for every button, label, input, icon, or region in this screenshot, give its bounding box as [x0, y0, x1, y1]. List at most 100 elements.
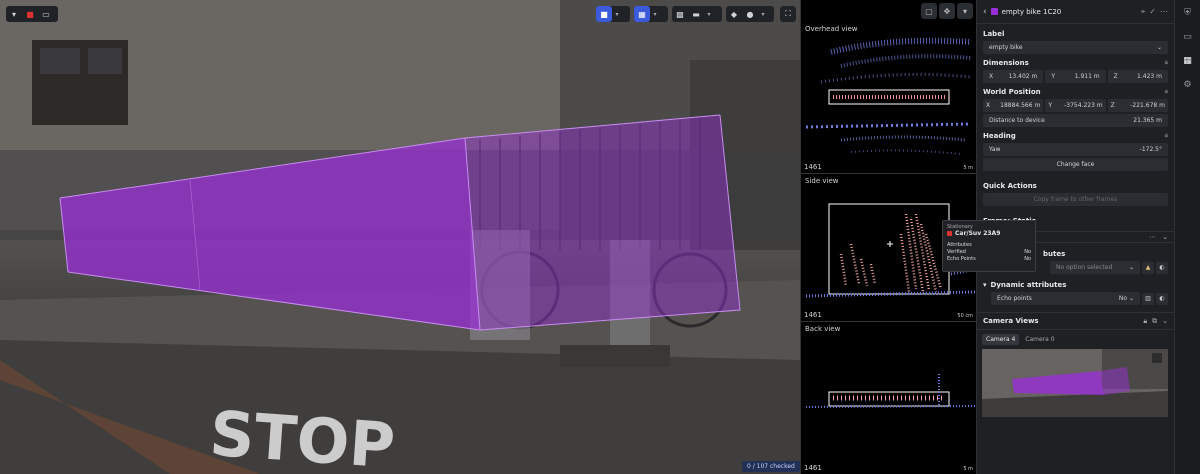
grid-layout-icon[interactable]: ▦: [634, 6, 650, 22]
label-select[interactable]: empty bike ⌄: [983, 41, 1168, 54]
frame-number: 1461: [804, 311, 822, 319]
scale-label: 5 m: [963, 165, 973, 171]
fullscreen-button[interactable]: ⛶: [780, 6, 796, 22]
svg-text:STOP: STOP: [207, 397, 397, 474]
chevron-down-icon: ⌄: [1156, 44, 1162, 51]
class-color-swatch: [947, 231, 952, 236]
echo-points-label: Echo points: [997, 295, 1032, 302]
world-position-row: X 18884.566 m Y -3754.223 m Z -221.678 m: [983, 99, 1168, 112]
chevron-down-icon[interactable]: ▾: [650, 6, 660, 22]
checker-icon[interactable]: ▩: [672, 6, 688, 22]
back-pointcloud: [805, 374, 977, 408]
move-icon[interactable]: ✥: [939, 3, 955, 19]
dimension-z-field[interactable]: Z 1.423 m: [1107, 70, 1168, 83]
lock-icon[interactable]: 🔒︎: [1165, 88, 1168, 96]
file-toolbar: ▾ ■ ▭: [6, 6, 58, 22]
camera-thumbnail[interactable]: [982, 349, 1168, 417]
world-x-field[interactable]: X 18884.566 m: [983, 99, 1044, 112]
camera-icon[interactable]: ■: [596, 6, 612, 22]
frame-icon[interactable]: ▢: [921, 3, 937, 19]
tooltip-key: Verified: [947, 249, 966, 255]
lock-icon[interactable]: 🔒︎: [1143, 317, 1147, 326]
more-icon[interactable]: ⋯: [1149, 233, 1156, 241]
tab-camera-4[interactable]: Camera 4: [982, 334, 1020, 345]
dimension-x-field[interactable]: X 13.402 m: [983, 70, 1044, 83]
chevron-down-icon[interactable]: ▾: [612, 6, 622, 22]
camera-viewport[interactable]: STOP ▾ ■ ▭ ■ ▾ ▦ ▾ ▩ ▬ ▾ ◆ ● ▾ ⛶ 0 / 107…: [0, 0, 800, 474]
world-y-field[interactable]: Y -3754.223 m: [1045, 99, 1106, 112]
camera-scene: STOP: [0, 0, 800, 474]
yaw-field[interactable]: Yaw -172.5°: [983, 143, 1168, 156]
echo-points-value: No: [1118, 295, 1128, 302]
dimension-y-field[interactable]: Y 1.911 m: [1045, 70, 1106, 83]
keyboard-icon[interactable]: ▭: [38, 6, 54, 22]
external-link-icon[interactable]: ⧉: [1152, 317, 1157, 326]
tooltip-section: Attributes: [947, 242, 972, 248]
tooltip-object: Car/Suv 23A9: [947, 230, 1031, 237]
check-icon[interactable]: ✓: [1149, 7, 1156, 16]
dimensions-heading: Dimensions: [983, 59, 1029, 67]
video-icon[interactable]: ▬: [688, 6, 704, 22]
tooltip-value: No: [1024, 249, 1031, 255]
tab-camera-0[interactable]: Camera 0: [1021, 334, 1058, 345]
camera-views-heading: Camera Views: [983, 317, 1039, 325]
overhead-view[interactable]: Overhead view 1461 5 m: [801, 22, 977, 174]
fullscreen-icon: ⛶: [785, 9, 791, 18]
frame-number: 1461: [804, 464, 822, 472]
lock-icon[interactable]: 🔒︎: [1165, 59, 1168, 67]
chevron-down-icon[interactable]: ▾: [957, 3, 973, 19]
warning-icon[interactable]: ▲: [1142, 261, 1154, 274]
target-icon[interactable]: ⌖: [1141, 7, 1146, 17]
palette-icon[interactable]: ◐: [1156, 261, 1168, 274]
chevron-down-icon[interactable]: ▾: [6, 6, 22, 22]
trash-icon[interactable]: ▥: [1142, 292, 1154, 305]
tooltip-row: Verified No: [947, 249, 1031, 255]
overhead-pointcloud: [805, 37, 972, 155]
chevron-down-icon[interactable]: ⌄: [1162, 233, 1168, 241]
chevron-down-icon[interactable]: ▾: [704, 6, 714, 22]
distance-value: 21.365 m: [1133, 117, 1162, 124]
yaw-value: -172.5°: [1139, 146, 1162, 153]
distance-field: Distance to device 21.365 m: [983, 114, 1168, 127]
circle-icon[interactable]: ●: [742, 6, 758, 22]
label-heading: Label: [983, 30, 1005, 38]
layout-toggle-group: ▦ ▾: [634, 6, 668, 22]
tooltip-object-name: Car/Suv 23A9: [955, 230, 1001, 237]
echo-points-select[interactable]: Echo points No ⌄: [991, 292, 1140, 305]
comment-icon[interactable]: ▭: [1181, 30, 1195, 44]
world-position-heading: World Position: [983, 88, 1041, 96]
camera-toggle-group: ■ ▾: [596, 6, 630, 22]
back-chevron-icon[interactable]: ‹: [983, 7, 987, 17]
layers-toggle-group: ◆ ● ▾: [726, 6, 774, 22]
camera-thumbnail-image: [982, 349, 1168, 417]
grid-icon[interactable]: ▦: [1181, 54, 1195, 68]
lock-icon[interactable]: 🔒︎: [1165, 132, 1168, 140]
layers-icon[interactable]: ◆: [726, 6, 742, 22]
object-color-swatch: [990, 8, 998, 15]
chevron-down-icon[interactable]: ▾: [758, 6, 768, 22]
display-toggle-group: ▩ ▬ ▾: [672, 6, 722, 22]
back-view[interactable]: Back view 1461 5 m: [801, 322, 977, 474]
save-icon[interactable]: ■: [22, 6, 38, 22]
dynamic-attribute-row: Echo points No ⌄ ▥ ◐: [983, 292, 1168, 305]
chevron-down-icon[interactable]: ▾: [983, 281, 987, 289]
copy-frame-button[interactable]: Copy frame to other frames: [983, 193, 1168, 206]
tooltip-row: Echo Points No: [947, 256, 1031, 262]
option-select[interactable]: No option selected ⌄: [1050, 261, 1140, 274]
palette-icon[interactable]: ◐: [1156, 292, 1168, 305]
shield-icon[interactable]: ⛨: [1181, 6, 1195, 20]
yaw-label: Yaw: [989, 146, 1001, 153]
scale-label: 50 cm: [957, 313, 973, 319]
heading-heading: Heading: [983, 132, 1016, 140]
more-icon[interactable]: ⋯: [1160, 7, 1168, 16]
option-value: No option selected: [1056, 264, 1113, 271]
chevron-down-icon[interactable]: ⌄: [1162, 317, 1168, 326]
dynamic-attributes-heading: Dynamic attributes: [990, 281, 1067, 289]
settings-icon[interactable]: ⚙: [1181, 78, 1195, 92]
scale-label: 5 m: [963, 466, 973, 472]
camera-tabs: Camera 4 Camera 0: [982, 334, 1059, 345]
change-face-button[interactable]: Change face: [983, 158, 1168, 171]
world-z-field[interactable]: Z -221.678 m: [1107, 99, 1168, 112]
label-value: empty bike: [989, 44, 1023, 51]
right-sidebar: ⛨ ▭ ▦ ⚙: [1174, 0, 1200, 474]
